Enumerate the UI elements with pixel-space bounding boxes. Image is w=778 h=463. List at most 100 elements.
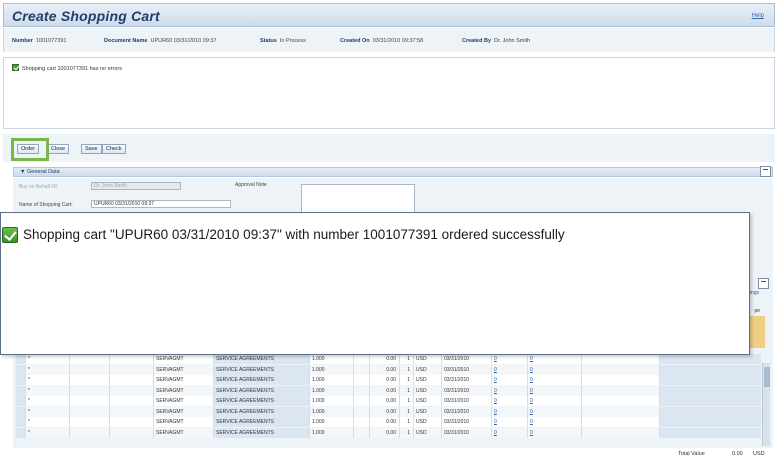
cell-empty-15 [660, 427, 761, 438]
cell-empty-0 [16, 364, 26, 375]
number-field: Number 1001077391 [12, 38, 66, 44]
number-label: Number [12, 38, 33, 44]
cell-empty-7 [354, 354, 370, 364]
help-link[interactable]: Help [752, 13, 764, 19]
cell-cur: USD [414, 364, 442, 375]
cell-mark: * [26, 396, 70, 406]
message-area: Shopping cart 1001077391 has no errors [3, 57, 775, 129]
cell-per: 1 [400, 375, 414, 385]
cell-l1[interactable]: 0 [492, 406, 528, 417]
cell-empty-0 [16, 427, 26, 438]
cart-name-input[interactable]: UPUR60 03/31/2010 09:37 [91, 200, 231, 208]
check-icon [2, 227, 18, 243]
table-row[interactable]: * SERVAGMT SERVICE AGREEMENTS 1.000 0.00 1 USD… [16, 375, 761, 385]
cell-qty: 1.000 [310, 396, 354, 406]
type-column-header: pe [754, 308, 760, 314]
cell-cur: USD [414, 417, 442, 427]
cell-l2[interactable]: 0 [528, 354, 582, 364]
cell-l2[interactable]: 0 [528, 375, 582, 385]
cell-l2[interactable]: 0 [528, 396, 582, 406]
buy-on-behalf-input[interactable]: Dr. John Smith [91, 182, 181, 190]
cart-name-label: Name of Shopping Cart: [19, 202, 73, 208]
table-row[interactable]: * SERVAGMT SERVICE AGREEMENTS 1.000 0.00 1 USD… [16, 396, 761, 406]
cell-l2[interactable]: 0 [528, 385, 582, 396]
minimize-icon[interactable] [758, 278, 769, 289]
cell-category: SERVICE AGREEMENTS [214, 417, 310, 427]
cell-empty-15 [660, 375, 761, 385]
close-button[interactable]: Close [47, 144, 70, 154]
table-row[interactable]: * SERVAGMT SERVICE AGREEMENTS 1.000 0.00 1 USD… [16, 417, 761, 427]
cell-l2[interactable]: 0 [528, 427, 582, 438]
vertical-scrollbar[interactable] [762, 363, 770, 446]
save-button[interactable]: Save [81, 144, 102, 154]
cell-empty-3 [110, 375, 154, 385]
cell-cur: USD [414, 375, 442, 385]
cell-product: SERVAGMT [154, 417, 214, 427]
cell-l2[interactable]: 0 [528, 364, 582, 375]
table-row[interactable]: * SERVAGMT SERVICE AGREEMENTS 1.000 0.00 1 USD… [16, 354, 761, 364]
cell-date: 03/31/2010 [442, 364, 492, 375]
total-bar: Total Value 0.00 USD [16, 448, 765, 460]
cell-per: 1 [400, 427, 414, 438]
table-row[interactable]: * SERVAGMT SERVICE AGREEMENTS 1.000 0.00 1 USD… [16, 427, 761, 438]
document-info-bar: Number 1001077391 Document Name UPUR60 0… [3, 28, 775, 52]
status-field: Status In Process [260, 38, 306, 44]
toolbar: Order Close Save Check [3, 134, 775, 162]
cell-l1[interactable]: 0 [492, 427, 528, 438]
cell-empty-15 [660, 354, 761, 364]
cell-empty-7 [354, 364, 370, 375]
cell-l1[interactable]: 0 [492, 364, 528, 375]
cell-empty-3 [110, 354, 154, 364]
created-by-field: Created By Dr. John Smith [462, 38, 530, 44]
cell-per: 1 [400, 417, 414, 427]
check-button[interactable]: Check [102, 144, 126, 154]
cell-empty-14 [582, 417, 660, 427]
table-row[interactable]: * SERVAGMT SERVICE AGREEMENTS 1.000 0.00 1 USD… [16, 385, 761, 396]
created-on-value: 03/31/2010 09:37:58 [372, 38, 424, 44]
cell-empty-2 [70, 364, 110, 375]
cell-price: 0.00 [370, 396, 400, 406]
cell-empty-7 [354, 396, 370, 406]
document-name-value: UPUR60 03/31/2010 09:37 [150, 38, 217, 44]
cell-empty-7 [354, 406, 370, 417]
cell-empty-7 [354, 375, 370, 385]
cell-empty-0 [16, 396, 26, 406]
cell-cur: USD [414, 396, 442, 406]
cell-l1[interactable]: 0 [492, 417, 528, 427]
cell-empty-14 [582, 396, 660, 406]
created-on-field: Created On 03/31/2010 09:37:58 [340, 38, 423, 44]
cell-cur: USD [414, 354, 442, 364]
status-label: Status [260, 38, 277, 44]
cell-empty-7 [354, 417, 370, 427]
cell-price: 0.00 [370, 354, 400, 364]
cell-cur: USD [414, 385, 442, 396]
cell-category: SERVICE AGREEMENTS [214, 364, 310, 375]
general-data-header[interactable]: ▼ General Data [13, 166, 773, 177]
cell-empty-2 [70, 427, 110, 438]
cell-mark: * [26, 364, 70, 375]
cell-date: 03/31/2010 [442, 406, 492, 417]
created-on-label: Created On [340, 38, 370, 44]
cell-l2[interactable]: 0 [528, 406, 582, 417]
cell-empty-2 [70, 406, 110, 417]
cell-empty-3 [110, 385, 154, 396]
cell-price: 0.00 [370, 427, 400, 438]
document-name-field: Document Name UPUR60 03/31/2010 09:37 [104, 38, 217, 44]
approval-note-label: Approval Note [235, 182, 267, 188]
created-by-value: Dr. John Smith [494, 38, 531, 44]
cell-category: SERVICE AGREEMENTS [214, 375, 310, 385]
cell-empty-3 [110, 406, 154, 417]
cell-l1[interactable]: 0 [492, 354, 528, 364]
table-row[interactable]: * SERVAGMT SERVICE AGREEMENTS 1.000 0.00 1 USD… [16, 406, 761, 417]
cell-l2[interactable]: 0 [528, 417, 582, 427]
scrollbar-thumb[interactable] [764, 367, 770, 387]
cell-category: SERVICE AGREEMENTS [214, 354, 310, 364]
cell-product: SERVAGMT [154, 427, 214, 438]
cell-empty-3 [110, 427, 154, 438]
cell-l1[interactable]: 0 [492, 375, 528, 385]
cell-price: 0.00 [370, 364, 400, 375]
cell-l1[interactable]: 0 [492, 396, 528, 406]
cell-l1[interactable]: 0 [492, 385, 528, 396]
table-row[interactable]: * SERVAGMT SERVICE AGREEMENTS 1.000 0.00 1 USD… [16, 364, 761, 375]
minimize-icon[interactable] [760, 166, 771, 177]
